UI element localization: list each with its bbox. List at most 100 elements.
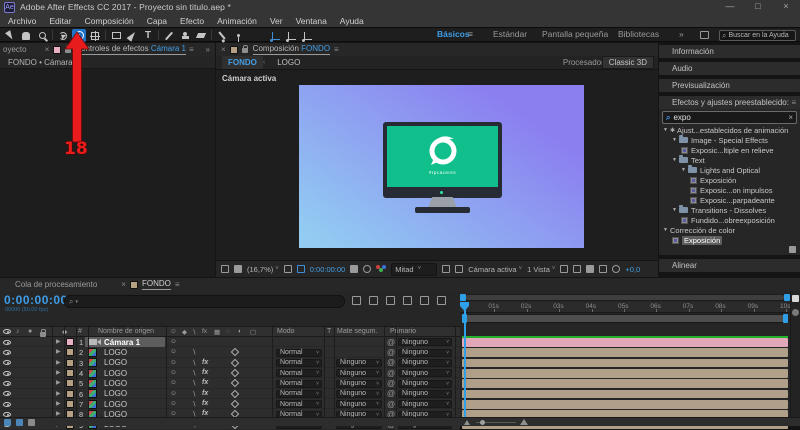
- parent-select[interactable]: Ninguno˅: [398, 369, 452, 377]
- menu-editar[interactable]: Editar: [49, 16, 71, 26]
- expand-arrow-icon[interactable]: ▶: [56, 390, 61, 397]
- parent-select[interactable]: Ninguno˅: [398, 359, 452, 367]
- exposure-gear-icon[interactable]: [612, 265, 620, 273]
- target-region-icon[interactable]: [442, 265, 450, 273]
- parent-pickwhip-icon[interactable]: @: [387, 389, 395, 398]
- menu-ayuda[interactable]: Ayuda: [340, 16, 364, 26]
- layer-name[interactable]: LOGO: [104, 400, 127, 409]
- parent-select[interactable]: Ninguno˅: [398, 338, 452, 346]
- caret-down-icon[interactable]: ▼: [663, 127, 668, 133]
- layer-name[interactable]: LOGO: [104, 379, 127, 388]
- brush-tool-icon[interactable]: [162, 29, 176, 42]
- menu-ver[interactable]: Ver: [270, 16, 283, 26]
- fx-icon[interactable]: fx: [202, 390, 208, 397]
- transparency-grid-icon[interactable]: [455, 265, 463, 273]
- world-axis-mode-icon[interactable]: [285, 29, 299, 42]
- layer-visibility-icon[interactable]: [3, 391, 11, 396]
- expand-arrow-icon[interactable]: ▶: [56, 348, 61, 355]
- 3d-layer-icon[interactable]: [231, 348, 239, 356]
- blend-mode-select[interactable]: Normal˅: [276, 380, 322, 388]
- workspace-pantalla-peque-a[interactable]: Pantalla pequeña: [542, 28, 608, 41]
- tab-project[interactable]: oyecto: [3, 45, 27, 54]
- layer-row[interactable]: ▶5LOGO☺∖fxNormal˅Ninguno˅@Ninguno˅: [0, 378, 460, 388]
- caret-down-icon[interactable]: ▼: [663, 227, 668, 233]
- layer-duration-bar[interactable]: [462, 390, 788, 399]
- timeline-h-scrollbar[interactable]: [460, 294, 790, 301]
- 3d-layer-icon[interactable]: [231, 400, 239, 408]
- layer-duration-bar[interactable]: [462, 359, 788, 368]
- current-timecode[interactable]: 0:00:00:00: [4, 293, 68, 307]
- blend-mode-select[interactable]: Normal˅: [276, 369, 322, 377]
- parent-pickwhip-icon[interactable]: @: [387, 379, 395, 388]
- parent-pickwhip-icon[interactable]: @: [387, 400, 395, 409]
- track-matte-select[interactable]: Ninguno˅: [336, 400, 382, 408]
- zoom-tool-icon[interactable]: [35, 29, 49, 42]
- panel-info[interactable]: Información: [659, 45, 800, 58]
- timeline-icon[interactable]: [586, 265, 594, 273]
- layer-duration-bar[interactable]: [462, 338, 788, 347]
- effects-search-input[interactable]: ⌕ expo ×: [662, 111, 797, 124]
- selection-tool-icon[interactable]: [3, 29, 17, 42]
- tree-item[interactable]: Fundido...obreexposición: [659, 215, 800, 225]
- layer-duration-bar[interactable]: [462, 400, 788, 409]
- layer-label-swatch[interactable]: [66, 359, 74, 367]
- fx-icon[interactable]: fx: [202, 400, 208, 407]
- shy-icon[interactable]: ☺: [170, 359, 177, 366]
- tree-item[interactable]: ▼Corrección de color: [659, 225, 800, 235]
- layer-row[interactable]: ▶1Cámara 1☺@Ninguno˅: [0, 337, 460, 347]
- quality-icon[interactable]: ∖: [192, 348, 196, 356]
- type-tool-icon[interactable]: T: [141, 29, 155, 42]
- menu-animacin[interactable]: Animación: [217, 16, 257, 26]
- flowchart-icon[interactable]: [599, 265, 607, 273]
- layer-name[interactable]: LOGO: [104, 358, 127, 367]
- fx-icon[interactable]: fx: [202, 379, 208, 386]
- pen-tool-icon[interactable]: [125, 29, 139, 42]
- layer-row[interactable]: ▶3LOGO☺∖fxNormal˅Ninguno˅@Ninguno˅: [0, 358, 460, 368]
- t-column-header[interactable]: T: [327, 328, 331, 335]
- tab-composition[interactable]: Composición FONDO: [253, 44, 330, 55]
- help-search-input[interactable]: ⌕ Buscar en la Ayuda: [719, 30, 796, 41]
- layer-visibility-icon[interactable]: [3, 371, 11, 376]
- tree-item[interactable]: ▼Image - Special Effects: [659, 135, 800, 145]
- tab-close-icon[interactable]: ×: [221, 45, 226, 54]
- layer-label-swatch[interactable]: [66, 400, 74, 408]
- tab-render-queue[interactable]: Cola de procesamiento: [15, 280, 97, 289]
- scroll-thumb[interactable]: [792, 309, 799, 316]
- mode-column-header[interactable]: Modo: [277, 328, 295, 335]
- quality-icon[interactable]: ∖: [192, 400, 196, 408]
- workspace-est-ndar[interactable]: Estándar: [493, 28, 527, 41]
- fx-icon[interactable]: fx: [202, 359, 208, 366]
- layer-row[interactable]: ▶2LOGO☺∖Normal˅@Ninguno˅: [0, 347, 460, 357]
- viewer-tab-logo[interactable]: LOGO: [271, 56, 306, 69]
- layer-name[interactable]: Cámara 1: [104, 338, 140, 347]
- channel-icon[interactable]: [376, 265, 386, 273]
- tree-item[interactable]: Exposic...ltiple en relieve: [659, 145, 800, 155]
- expand-arrow-icon[interactable]: ▶: [56, 359, 61, 366]
- quality-icon[interactable]: ∖: [192, 379, 196, 387]
- shy-icon[interactable]: ☺: [170, 369, 177, 376]
- puppet-pin-tool-icon[interactable]: [231, 29, 245, 42]
- motion-blur-icon[interactable]: [420, 296, 429, 305]
- zoom-in-icon[interactable]: [520, 419, 528, 425]
- local-axis-mode-icon[interactable]: [269, 29, 283, 42]
- 3d-layer-icon[interactable]: [231, 369, 239, 377]
- panel-menu-icon[interactable]: ≡: [175, 280, 180, 289]
- graph-editor-icon[interactable]: [437, 296, 446, 305]
- expand-inout-icon[interactable]: [16, 419, 23, 426]
- renderer-button[interactable]: Classic 3D: [602, 56, 654, 69]
- menu-composicin[interactable]: Composición: [85, 16, 134, 26]
- track-matte-select[interactable]: Ninguno˅: [336, 359, 382, 367]
- expand-layers-icon[interactable]: [4, 419, 11, 426]
- frame-blending-icon[interactable]: [403, 296, 412, 305]
- time-ruler[interactable]: 01s02s03s04s05s06s07s08s09s10s: [460, 302, 790, 313]
- zoom-level-select[interactable]: (16,7%)˅: [247, 265, 279, 274]
- menu-efecto[interactable]: Efecto: [180, 16, 204, 26]
- layer-visibility-icon[interactable]: [3, 402, 11, 407]
- shy-icon[interactable]: ☺: [170, 390, 177, 397]
- preview-timecode[interactable]: 0:00:00:00: [310, 265, 345, 274]
- menu-capa[interactable]: Capa: [147, 16, 167, 26]
- draft-3d-icon[interactable]: [369, 296, 378, 305]
- workspace-b-sicos[interactable]: Básicos: [437, 28, 470, 41]
- shy-icon[interactable]: ☺: [170, 379, 177, 386]
- pixel-aspect-icon[interactable]: [560, 265, 568, 273]
